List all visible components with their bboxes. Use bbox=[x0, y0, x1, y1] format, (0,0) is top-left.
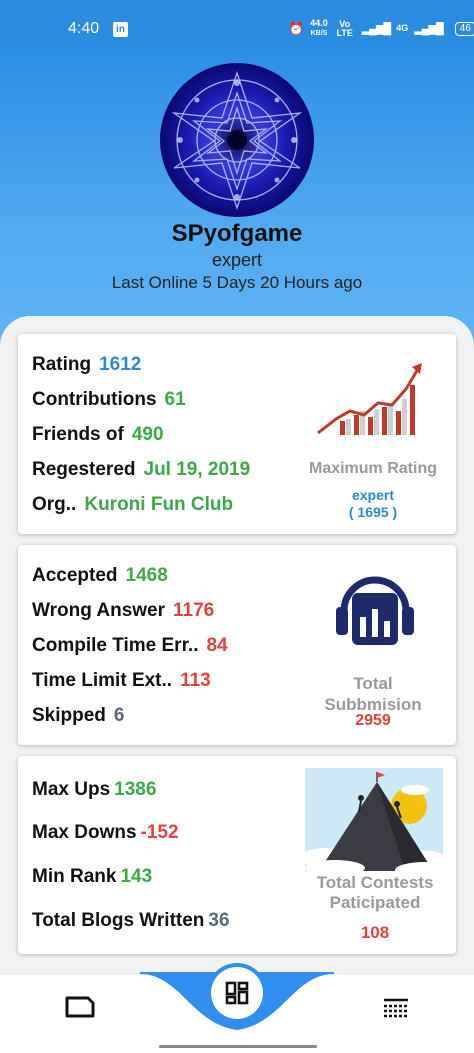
org-value: Kuroni Fun Club bbox=[84, 494, 234, 515]
friends-row: Friends of 490 bbox=[32, 424, 164, 446]
rating-card[interactable]: Rating 1612 Contributions 61 Friends of 490… bbox=[18, 334, 456, 534]
contributions-label: Contributions bbox=[32, 389, 157, 410]
max-ups-row: Max Ups 1386 bbox=[32, 779, 156, 801]
compile-error-row: Compile Time Err.. 84 bbox=[32, 635, 228, 657]
max-downs-value: -152 bbox=[140, 822, 179, 843]
list-icon bbox=[384, 998, 408, 1018]
blog-icon bbox=[65, 996, 95, 1018]
avatar[interactable] bbox=[160, 63, 314, 217]
blog-nav-button[interactable] bbox=[60, 990, 100, 1024]
contributions-row: Contributions 61 bbox=[32, 389, 186, 411]
submission-chart-icon bbox=[336, 576, 414, 645]
avatar-mandala-icon bbox=[160, 63, 314, 217]
profile-handle: SPyofgame bbox=[171, 220, 303, 247]
compile-error-value: 84 bbox=[206, 635, 228, 656]
skipped-value: 6 bbox=[113, 705, 125, 726]
max-ups-value: 1386 bbox=[114, 779, 157, 800]
signal-icon-2: ▂▄▆█ bbox=[414, 23, 443, 35]
time-limit-row: Time Limit Ext.. 113 bbox=[32, 670, 211, 692]
skipped-label: Skipped bbox=[32, 705, 106, 726]
status-time: 4:40 bbox=[68, 20, 100, 37]
gesture-home-bar[interactable] bbox=[159, 1045, 317, 1048]
dashboard-nav-button[interactable] bbox=[211, 967, 263, 1019]
total-contests-title-1: Total Contests bbox=[316, 873, 434, 892]
rating-row: Rating 1612 bbox=[32, 354, 141, 376]
dashboard-icon bbox=[225, 981, 249, 1005]
max-downs-label: Max Downs bbox=[32, 822, 137, 843]
org-label: Org.. bbox=[32, 494, 77, 515]
list-nav-button[interactable] bbox=[376, 990, 416, 1024]
min-rank-row: Min Rank 143 bbox=[32, 866, 152, 888]
accepted-row: Accepted 1468 bbox=[32, 565, 168, 587]
compile-error-label: Compile Time Err.. bbox=[32, 635, 199, 656]
wrong-answer-value: 1176 bbox=[173, 600, 215, 621]
linkedin-icon: in bbox=[113, 22, 128, 37]
max-rating-title: Maximum Rating bbox=[308, 460, 437, 477]
total-submission-value: 2959 bbox=[355, 712, 391, 729]
volte-label: Vo LTE bbox=[336, 18, 353, 38]
blogs-row: Total Blogs Written 36 bbox=[32, 910, 230, 932]
rating-value: 1612 bbox=[99, 354, 142, 375]
registered-label: Regestered bbox=[32, 459, 136, 480]
submission-card[interactable]: Accepted 1468 Wrong Answer 1176 Compile Ti… bbox=[18, 545, 456, 745]
signal-icon: ▂▄▆█ bbox=[361, 23, 391, 35]
min-rank-value: 143 bbox=[120, 866, 153, 887]
time-limit-value: 113 bbox=[180, 670, 211, 691]
network-speed-unit: KB/S bbox=[310, 30, 328, 37]
min-rank-label: Min Rank bbox=[32, 866, 117, 887]
friends-label: Friends of bbox=[32, 424, 124, 445]
wrong-answer-label: Wrong Answer bbox=[32, 600, 166, 621]
skipped-row: Skipped 6 bbox=[32, 705, 124, 727]
max-downs-row: Max Downs -152 bbox=[32, 822, 179, 844]
profile-rank: expert bbox=[211, 250, 263, 270]
rating-growth-chart-icon bbox=[317, 363, 422, 435]
blogs-label: Total Blogs Written bbox=[32, 910, 205, 931]
status-bar: 4:40 in ⏰ 44.0 KB/S Vo LTE ▂▄▆█ 4G ▂▄▆█ … bbox=[0, 0, 474, 48]
wrong-answer-row: Wrong Answer 1176 bbox=[32, 600, 214, 622]
status-right-group: ⏰ 44.0 KB/S Vo LTE ▂▄▆█ 4G ▂▄▆█ 46 bbox=[288, 19, 474, 38]
friends-value: 490 bbox=[131, 424, 164, 445]
battery-icon: 46 bbox=[454, 21, 474, 36]
rating-label: Rating bbox=[32, 354, 92, 375]
total-contests-title-2: Paticipated bbox=[329, 893, 421, 912]
total-contests-value: 108 bbox=[360, 923, 390, 942]
network-type: 4G bbox=[396, 23, 409, 33]
org-row: Org.. Kuroni Fun Club bbox=[32, 494, 233, 516]
network-speed: 44.0 KB/S bbox=[310, 19, 328, 38]
blogs-value: 36 bbox=[208, 910, 230, 931]
accepted-value: 1468 bbox=[125, 565, 168, 586]
max-rating-value: ( 1695 ) bbox=[348, 504, 398, 520]
max-ups-label: Max Ups bbox=[32, 779, 111, 800]
contest-card[interactable]: Max Ups 1386 Max Downs -152 Min Rank 143 To… bbox=[18, 756, 456, 954]
max-rating-rank: expert bbox=[351, 487, 395, 503]
accepted-label: Accepted bbox=[32, 565, 118, 586]
profile-last-online: Last Online 5 Days 20 Hours ago bbox=[111, 273, 363, 292]
network-speed-value: 44.0 bbox=[310, 18, 328, 28]
registered-value: Jul 19, 2019 bbox=[143, 459, 251, 480]
contributions-value: 61 bbox=[164, 389, 186, 410]
registered-row: Regestered Jul 19, 2019 bbox=[32, 459, 250, 481]
total-submission-title-1: Total bbox=[353, 674, 393, 693]
mountain-climb-illustration bbox=[305, 768, 443, 871]
alarm-icon: ⏰ bbox=[288, 20, 305, 36]
time-limit-label: Time Limit Ext.. bbox=[32, 670, 173, 691]
